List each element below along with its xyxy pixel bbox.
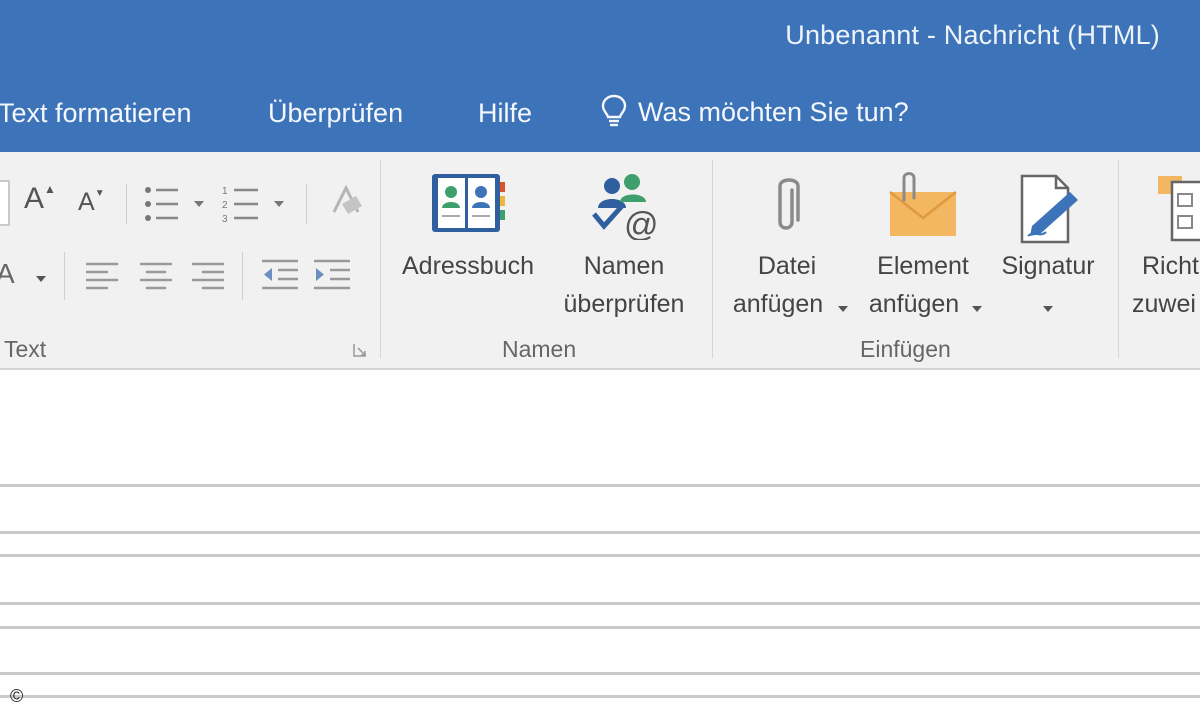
policy-icon [1158,176,1200,242]
align-center-icon[interactable] [138,260,174,290]
attach-file-button[interactable]: Datei anfügen [722,162,852,322]
window-title: Unbenannt - Nachricht (HTML) [785,20,1160,50]
shrink-font-label: A [78,188,95,216]
numbered-list-icon[interactable]: 1 2 3 [222,184,288,224]
attach-item-button[interactable]: Element anfügen [858,162,988,322]
group-divider [380,160,381,358]
policy-label-line1: Richt [1142,252,1199,280]
attach-file-label-line2: anfügen [732,290,824,318]
svg-text:@: @ [624,206,659,240]
decrease-indent-icon[interactable] [260,258,300,292]
check-names-button[interactable]: @ Namen überprüfen [550,162,698,322]
group-divider [1118,160,1119,358]
field-separator [0,554,1200,557]
message-body[interactable] [0,372,1200,720]
group-label-text: Text [4,336,47,362]
attach-file-dropdown-icon[interactable] [838,306,848,312]
check-names-label-line1: Namen [583,252,665,280]
field-separator [0,531,1200,534]
lightbulb-icon [601,94,627,127]
font-color-dropdown[interactable] [36,276,46,282]
divider [126,184,127,224]
address-book-button[interactable]: Adressbuch [392,162,544,322]
svg-text:3: 3 [222,214,228,224]
svg-text:2: 2 [222,200,228,211]
ribbon-tab-bar: Text formatieren Überprüfen Hilfe Was mö… [0,80,1200,152]
signature-icon [1020,174,1078,244]
field-separator [0,602,1200,605]
svg-text:1: 1 [222,186,228,197]
address-book-label: Adressbuch [401,252,535,280]
attach-item-label-line2: anfügen [868,290,960,318]
field-separator [0,484,1200,487]
clear-formatting-icon[interactable] [326,182,366,222]
policy-label-line2: zuwei [1132,290,1196,318]
tab-hilfe[interactable]: Hilfe [478,98,532,129]
signature-label: Signatur [1001,252,1095,280]
policy-button[interactable]: Richt zuwei [1130,162,1200,322]
tell-me-search[interactable]: Was möchten Sie tun? [600,94,909,130]
divider [306,184,307,224]
group-label-einfuegen: Einfügen [860,336,951,362]
attach-file-label-line1: Datei [757,252,817,280]
group-label-namen: Namen [502,336,577,362]
title-bar: Unbenannt - Nachricht (HTML) [0,0,1200,80]
attach-item-dropdown-icon[interactable] [972,306,982,312]
grow-font-label: A [24,182,45,215]
divider [64,252,65,300]
signature-button[interactable]: Signatur [990,162,1106,322]
copyright-mark: © [10,686,24,706]
increase-indent-icon[interactable] [312,258,352,292]
ribbon: A▲ A▼ 1 2 3 A Text Adressbuch @ Namen üb… [0,152,1200,370]
dialog-launcher-icon[interactable] [352,342,368,358]
attach-item-label-line1: Element [877,252,969,280]
field-separator [0,626,1200,629]
check-names-icon: @ [592,174,659,240]
check-names-label-line2: überprüfen [563,290,685,318]
divider [242,252,243,300]
tell-me-label: Was möchten Sie tun? [638,96,909,127]
field-separator [0,695,1200,698]
address-book-icon [432,174,505,232]
grow-font-button[interactable]: A▲ [24,182,56,216]
font-color-button[interactable]: A [0,258,15,290]
signature-dropdown-icon[interactable] [1043,306,1053,312]
group-divider [712,160,713,358]
tab-text-formatieren[interactable]: Text formatieren [0,98,192,129]
align-left-icon[interactable] [84,260,120,290]
bullet-list-icon[interactable] [142,184,208,224]
field-separator [0,672,1200,675]
font-size-box[interactable] [0,180,10,226]
tab-ueberpruefen[interactable]: Überprüfen [268,98,403,129]
envelope-attachment-icon [889,172,957,236]
shrink-font-button[interactable]: A▼ [78,188,105,217]
paperclip-icon [778,178,800,230]
font-color-label: A [0,258,15,289]
align-right-icon[interactable] [190,260,226,290]
